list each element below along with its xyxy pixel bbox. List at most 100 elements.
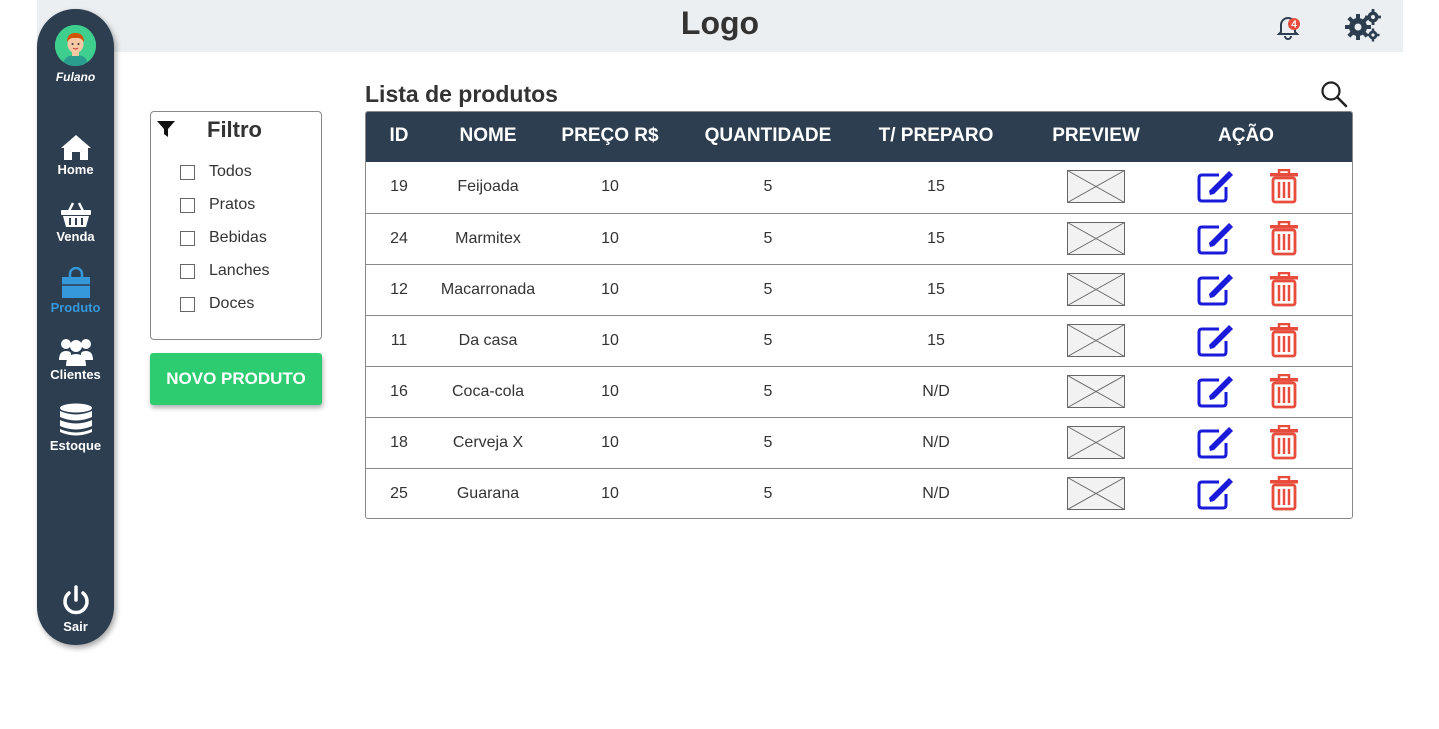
column-header-nome[interactable]: NOME <box>428 125 548 147</box>
cell-id: 19 <box>390 178 408 195</box>
database-icon <box>59 403 92 436</box>
basket-icon <box>60 202 91 227</box>
column-header-id[interactable]: ID <box>368 125 430 147</box>
image-placeholder-icon <box>1067 170 1125 203</box>
cell-id: 16 <box>390 383 408 400</box>
cell-price: 10 <box>601 485 619 502</box>
sidebar: Fulano Home Venda Produto Clientes Estoq… <box>37 9 114 645</box>
trash-icon[interactable] <box>1269 476 1299 511</box>
bag-icon <box>61 267 90 298</box>
trash-icon[interactable] <box>1269 374 1299 409</box>
filter-option-label: Bebidas <box>209 229 267 246</box>
edit-icon[interactable] <box>1197 170 1234 203</box>
filter-option-lanches[interactable]: Lanches <box>180 262 270 280</box>
cell-quantity: 5 <box>763 434 773 451</box>
nav-produto-label: Produto <box>50 300 101 315</box>
cell-price: 10 <box>601 230 619 247</box>
cell-name: Marmitex <box>455 230 521 247</box>
edit-icon[interactable] <box>1197 324 1234 357</box>
column-header-quantidade[interactable]: QUANTIDADE <box>693 125 843 147</box>
column-header-preview: PREVIEW <box>1052 125 1140 146</box>
cell-price: 10 <box>601 434 619 451</box>
nav-venda[interactable]: Venda <box>37 200 114 244</box>
table-header: ID NOME PREÇO R$ QUANTIDADE T/ PREPARO P… <box>366 112 1352 162</box>
notification-badge: 4 <box>1291 20 1297 31</box>
filter-title: Filtro <box>207 117 262 142</box>
cell-name: Cerveja X <box>452 434 524 451</box>
filter-option-bebidas[interactable]: Bebidas <box>180 229 267 247</box>
checkbox[interactable] <box>180 296 195 312</box>
filter-panel: Filtro Todos Pratos Bebidas Lanches Doce… <box>150 111 322 340</box>
nav-home-label: Home <box>57 162 94 177</box>
trash-icon[interactable] <box>1269 272 1299 307</box>
cell-quantity: 5 <box>763 230 773 247</box>
users-icon <box>58 339 93 366</box>
nav-clientes-label: Clientes <box>50 367 101 382</box>
edit-icon[interactable] <box>1197 426 1234 459</box>
trash-icon[interactable] <box>1269 221 1299 256</box>
top-header: Logo 4 <box>37 0 1403 52</box>
page-title: Lista de produtos <box>365 81 558 107</box>
cell-price: 10 <box>601 281 619 298</box>
cell-price: 10 <box>601 178 619 195</box>
logout-button[interactable]: Sair <box>37 584 114 634</box>
nav-venda-label: Venda <box>56 229 95 244</box>
checkbox[interactable] <box>180 263 195 279</box>
cell-quantity: 5 <box>763 332 773 349</box>
nav-estoque[interactable]: Estoque <box>37 403 114 453</box>
image-placeholder-icon <box>1067 426 1125 459</box>
cell-prep-time: 15 <box>927 332 945 349</box>
settings-gears-icon[interactable] <box>1345 8 1381 42</box>
cell-name: Macarronada <box>440 281 536 298</box>
edit-icon[interactable] <box>1197 375 1234 408</box>
filter-option-label: Pratos <box>209 196 256 213</box>
logout-label: Sair <box>63 619 88 634</box>
filter-option-label: Todos <box>209 163 252 180</box>
cell-id: 11 <box>390 332 408 349</box>
image-placeholder-icon <box>1067 324 1125 357</box>
cell-id: 12 <box>390 281 408 298</box>
cell-id: 25 <box>390 485 408 502</box>
cell-quantity: 5 <box>763 281 773 298</box>
edit-icon[interactable] <box>1197 222 1234 255</box>
avatar[interactable] <box>55 25 96 66</box>
checkbox[interactable] <box>180 164 195 180</box>
search-icon[interactable] <box>1320 80 1348 108</box>
filter-option-doces[interactable]: Doces <box>180 295 254 313</box>
cell-prep-time: N/D <box>922 434 950 451</box>
cell-prep-time: 15 <box>927 230 945 247</box>
logo[interactable]: Logo <box>37 5 1403 42</box>
column-header-preparo[interactable]: T/ PREPARO <box>866 125 1006 147</box>
nav-home[interactable]: Home <box>37 133 114 177</box>
cell-prep-time: N/D <box>922 383 950 400</box>
cell-name: Coca-cola <box>451 383 525 400</box>
bell-icon[interactable]: 4 <box>1273 12 1303 42</box>
filter-option-pratos[interactable]: Pratos <box>180 196 255 214</box>
nav-clientes[interactable]: Clientes <box>37 336 114 382</box>
cell-quantity: 5 <box>763 178 773 195</box>
trash-icon[interactable] <box>1269 425 1299 460</box>
cell-id: 24 <box>390 230 408 247</box>
column-header-preco[interactable]: PREÇO R$ <box>550 125 670 147</box>
trash-icon[interactable] <box>1269 169 1299 204</box>
table-row: 12 Macarronada 10 5 15 <box>366 264 1352 315</box>
cell-prep-time: 15 <box>927 178 945 195</box>
home-icon <box>60 135 91 160</box>
checkbox[interactable] <box>180 197 195 213</box>
filter-option-label: Doces <box>209 295 255 312</box>
cell-price: 10 <box>601 332 619 349</box>
cell-name: Guarana <box>456 485 520 502</box>
funnel-icon <box>157 121 175 137</box>
edit-icon[interactable] <box>1197 273 1234 306</box>
trash-icon[interactable] <box>1269 323 1299 358</box>
edit-icon[interactable] <box>1197 477 1234 510</box>
new-product-button[interactable]: NOVO PRODUTO <box>150 353 322 405</box>
image-placeholder-icon <box>1067 375 1125 408</box>
cell-prep-time: 15 <box>927 281 945 298</box>
cell-prep-time: N/D <box>922 485 950 502</box>
user-avatar-icon <box>55 25 96 66</box>
checkbox[interactable] <box>180 230 195 246</box>
cell-name: Feijoada <box>457 178 519 195</box>
nav-produto[interactable]: Produto <box>37 267 114 315</box>
filter-option-todos[interactable]: Todos <box>180 163 252 181</box>
